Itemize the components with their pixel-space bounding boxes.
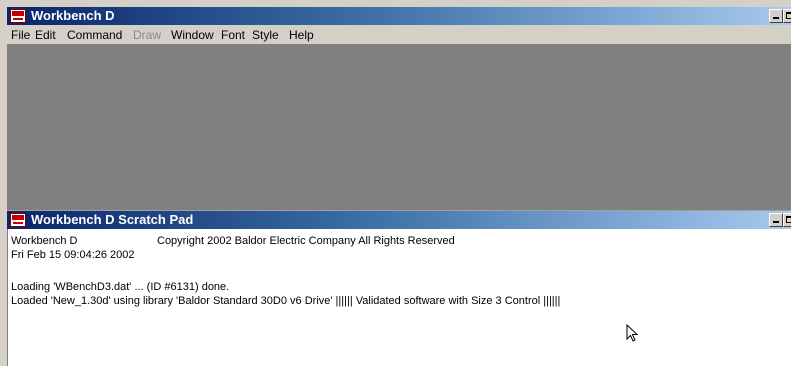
minimize-icon[interactable]	[769, 213, 783, 227]
scratch-pad-window: Workbench D Scratch Pad Workbench D Copy…	[7, 211, 791, 366]
scratch-pad-text-area[interactable]: Workbench D Copyright 2002 Baldor Electr…	[7, 229, 791, 366]
mdi-workspace[interactable]	[7, 44, 791, 211]
menu-draw[interactable]: Draw	[133, 28, 161, 42]
app-name-line: Workbench D	[11, 235, 78, 247]
copyright-line: Copyright 2002 Baldor Electric Company A…	[157, 235, 455, 247]
scratch-pad-titlebar[interactable]: Workbench D Scratch Pad	[7, 211, 791, 229]
log-loaded-line: Loaded 'New_1.30d' using library 'Baldor…	[11, 295, 561, 307]
menu-file[interactable]: File	[11, 28, 30, 42]
maximize-icon[interactable]	[783, 213, 791, 227]
menu-bar: File Edit Command Draw Window Font Style…	[7, 25, 791, 44]
workbench-app-icon[interactable]	[10, 213, 26, 227]
scratch-pad-title: Workbench D Scratch Pad	[31, 212, 194, 227]
mouse-pointer-icon	[626, 324, 639, 342]
menu-style[interactable]: Style	[252, 28, 279, 42]
menu-command[interactable]: Command	[67, 28, 122, 42]
log-loading-line: Loading 'WBenchD3.dat' ... (ID #6131) do…	[11, 281, 230, 293]
menu-font[interactable]: Font	[221, 28, 245, 42]
maximize-icon[interactable]	[783, 9, 791, 23]
workbench-app-icon[interactable]	[10, 9, 26, 23]
minimize-icon[interactable]	[769, 9, 783, 23]
menu-help[interactable]: Help	[289, 28, 314, 42]
timestamp-line: Fri Feb 15 09:04:26 2002	[11, 249, 135, 261]
main-titlebar[interactable]: Workbench D	[7, 7, 791, 25]
main-window-title: Workbench D	[31, 8, 115, 23]
menu-window[interactable]: Window	[171, 28, 214, 42]
menu-edit[interactable]: Edit	[35, 28, 56, 42]
